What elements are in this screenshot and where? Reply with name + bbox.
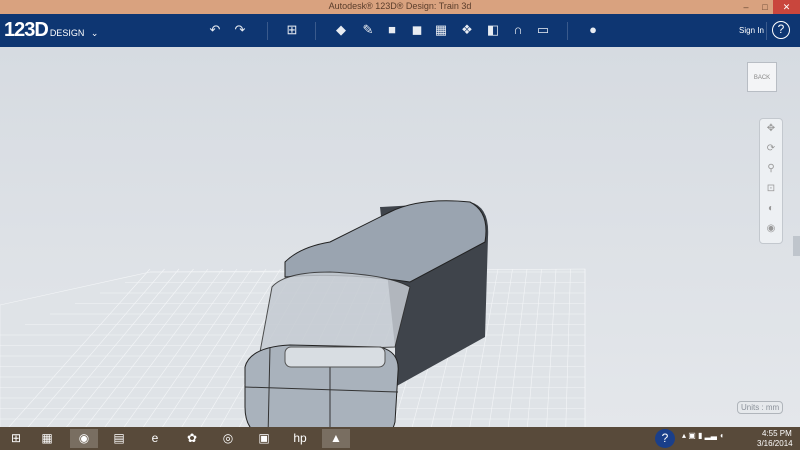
apps-icon[interactable]: ▦ <box>33 429 61 448</box>
photos-icon[interactable]: ✿ <box>178 429 206 448</box>
taskbar: ⊞ ▦ ◉ ▤ e ✿ ◎ ▣ hp ▲ ? ▴ ▣ ▮ ▂▃ ◖ 4:55 PM 3/16/20… <box>0 427 800 450</box>
modify-icon[interactable]: ◼ <box>409 22 425 38</box>
tray-icons[interactable]: ▴ ▣ ▮ ▂▃ ◖ <box>682 431 724 440</box>
window-title: Autodesk® 123D® Design: Train 3d <box>328 1 472 11</box>
visibility-icon[interactable]: ◉ <box>760 219 782 239</box>
pan-icon[interactable]: ✥ <box>760 119 782 139</box>
start-icon[interactable]: ⊞ <box>2 429 30 448</box>
ie-icon[interactable]: e <box>141 429 169 448</box>
main-toolbar: 123D DESIGN ⌄ ↶ ↷ ⊞ ◆ ✎ ■ ◼ ▦ ❖ ◧ ∩ ▭ ● Sign In ? <box>0 14 800 47</box>
logo-sub: DESIGN <box>49 28 85 38</box>
clock-date[interactable]: 3/16/2014 <box>757 439 793 448</box>
fit-icon[interactable]: ⊡ <box>760 179 782 199</box>
3d-viewport[interactable] <box>0 47 800 450</box>
minimize-button[interactable]: – <box>735 0 757 14</box>
combine-icon[interactable]: ◧ <box>485 22 501 38</box>
chevron-down-icon: ⌄ <box>90 28 99 38</box>
hp-icon[interactable]: hp <box>286 429 314 448</box>
title-bar: Autodesk® 123D® Design: Train 3d – □ ✕ <box>0 0 800 14</box>
presentation-icon[interactable]: ▣ <box>250 429 278 448</box>
units-label[interactable]: Units : mm <box>737 401 784 414</box>
pattern-icon[interactable]: ▦ <box>433 22 449 38</box>
close-button[interactable]: ✕ <box>773 0 800 14</box>
help-icon[interactable]: ? <box>655 429 675 448</box>
grouping-icon[interactable]: ❖ <box>459 22 475 38</box>
media-icon[interactable]: ◎ <box>214 429 242 448</box>
primitives-icon[interactable]: ◆ <box>333 22 349 38</box>
redo-icon[interactable]: ↷ <box>232 22 248 38</box>
sketch-icon[interactable]: ✎ <box>360 22 376 38</box>
material-icon[interactable]: ● <box>585 22 601 38</box>
zoom-icon[interactable]: ⚲ <box>760 159 782 179</box>
app-menu[interactable]: 123D DESIGN ⌄ <box>4 19 98 42</box>
undo-icon[interactable]: ↶ <box>207 22 223 38</box>
sign-in-link[interactable]: Sign In <box>739 26 764 35</box>
view-cube[interactable]: BACK <box>747 62 777 92</box>
view-mode-icon[interactable]: ◐ <box>760 199 782 219</box>
transform-icon[interactable]: ⊞ <box>284 22 300 38</box>
file-explorer-icon[interactable]: ▤ <box>105 429 133 448</box>
side-panel-toggle[interactable] <box>793 236 800 256</box>
construct-icon[interactable]: ■ <box>384 22 400 38</box>
clock-time[interactable]: 4:55 PM <box>762 429 792 438</box>
navigation-bar: ✥ ⟳ ⚲ ⊡ ◐ ◉ <box>759 118 783 244</box>
measure-icon[interactable]: ▭ <box>535 22 551 38</box>
logo: 123D <box>4 19 49 41</box>
orbit-icon[interactable]: ⟳ <box>760 139 782 159</box>
help-button[interactable]: ? <box>772 21 790 39</box>
snap-icon[interactable]: ∩ <box>510 22 526 38</box>
scene <box>0 200 586 450</box>
maximize-button[interactable]: □ <box>757 0 773 14</box>
chrome-icon[interactable]: ◉ <box>70 429 98 448</box>
123d-icon[interactable]: ▲ <box>322 429 350 448</box>
